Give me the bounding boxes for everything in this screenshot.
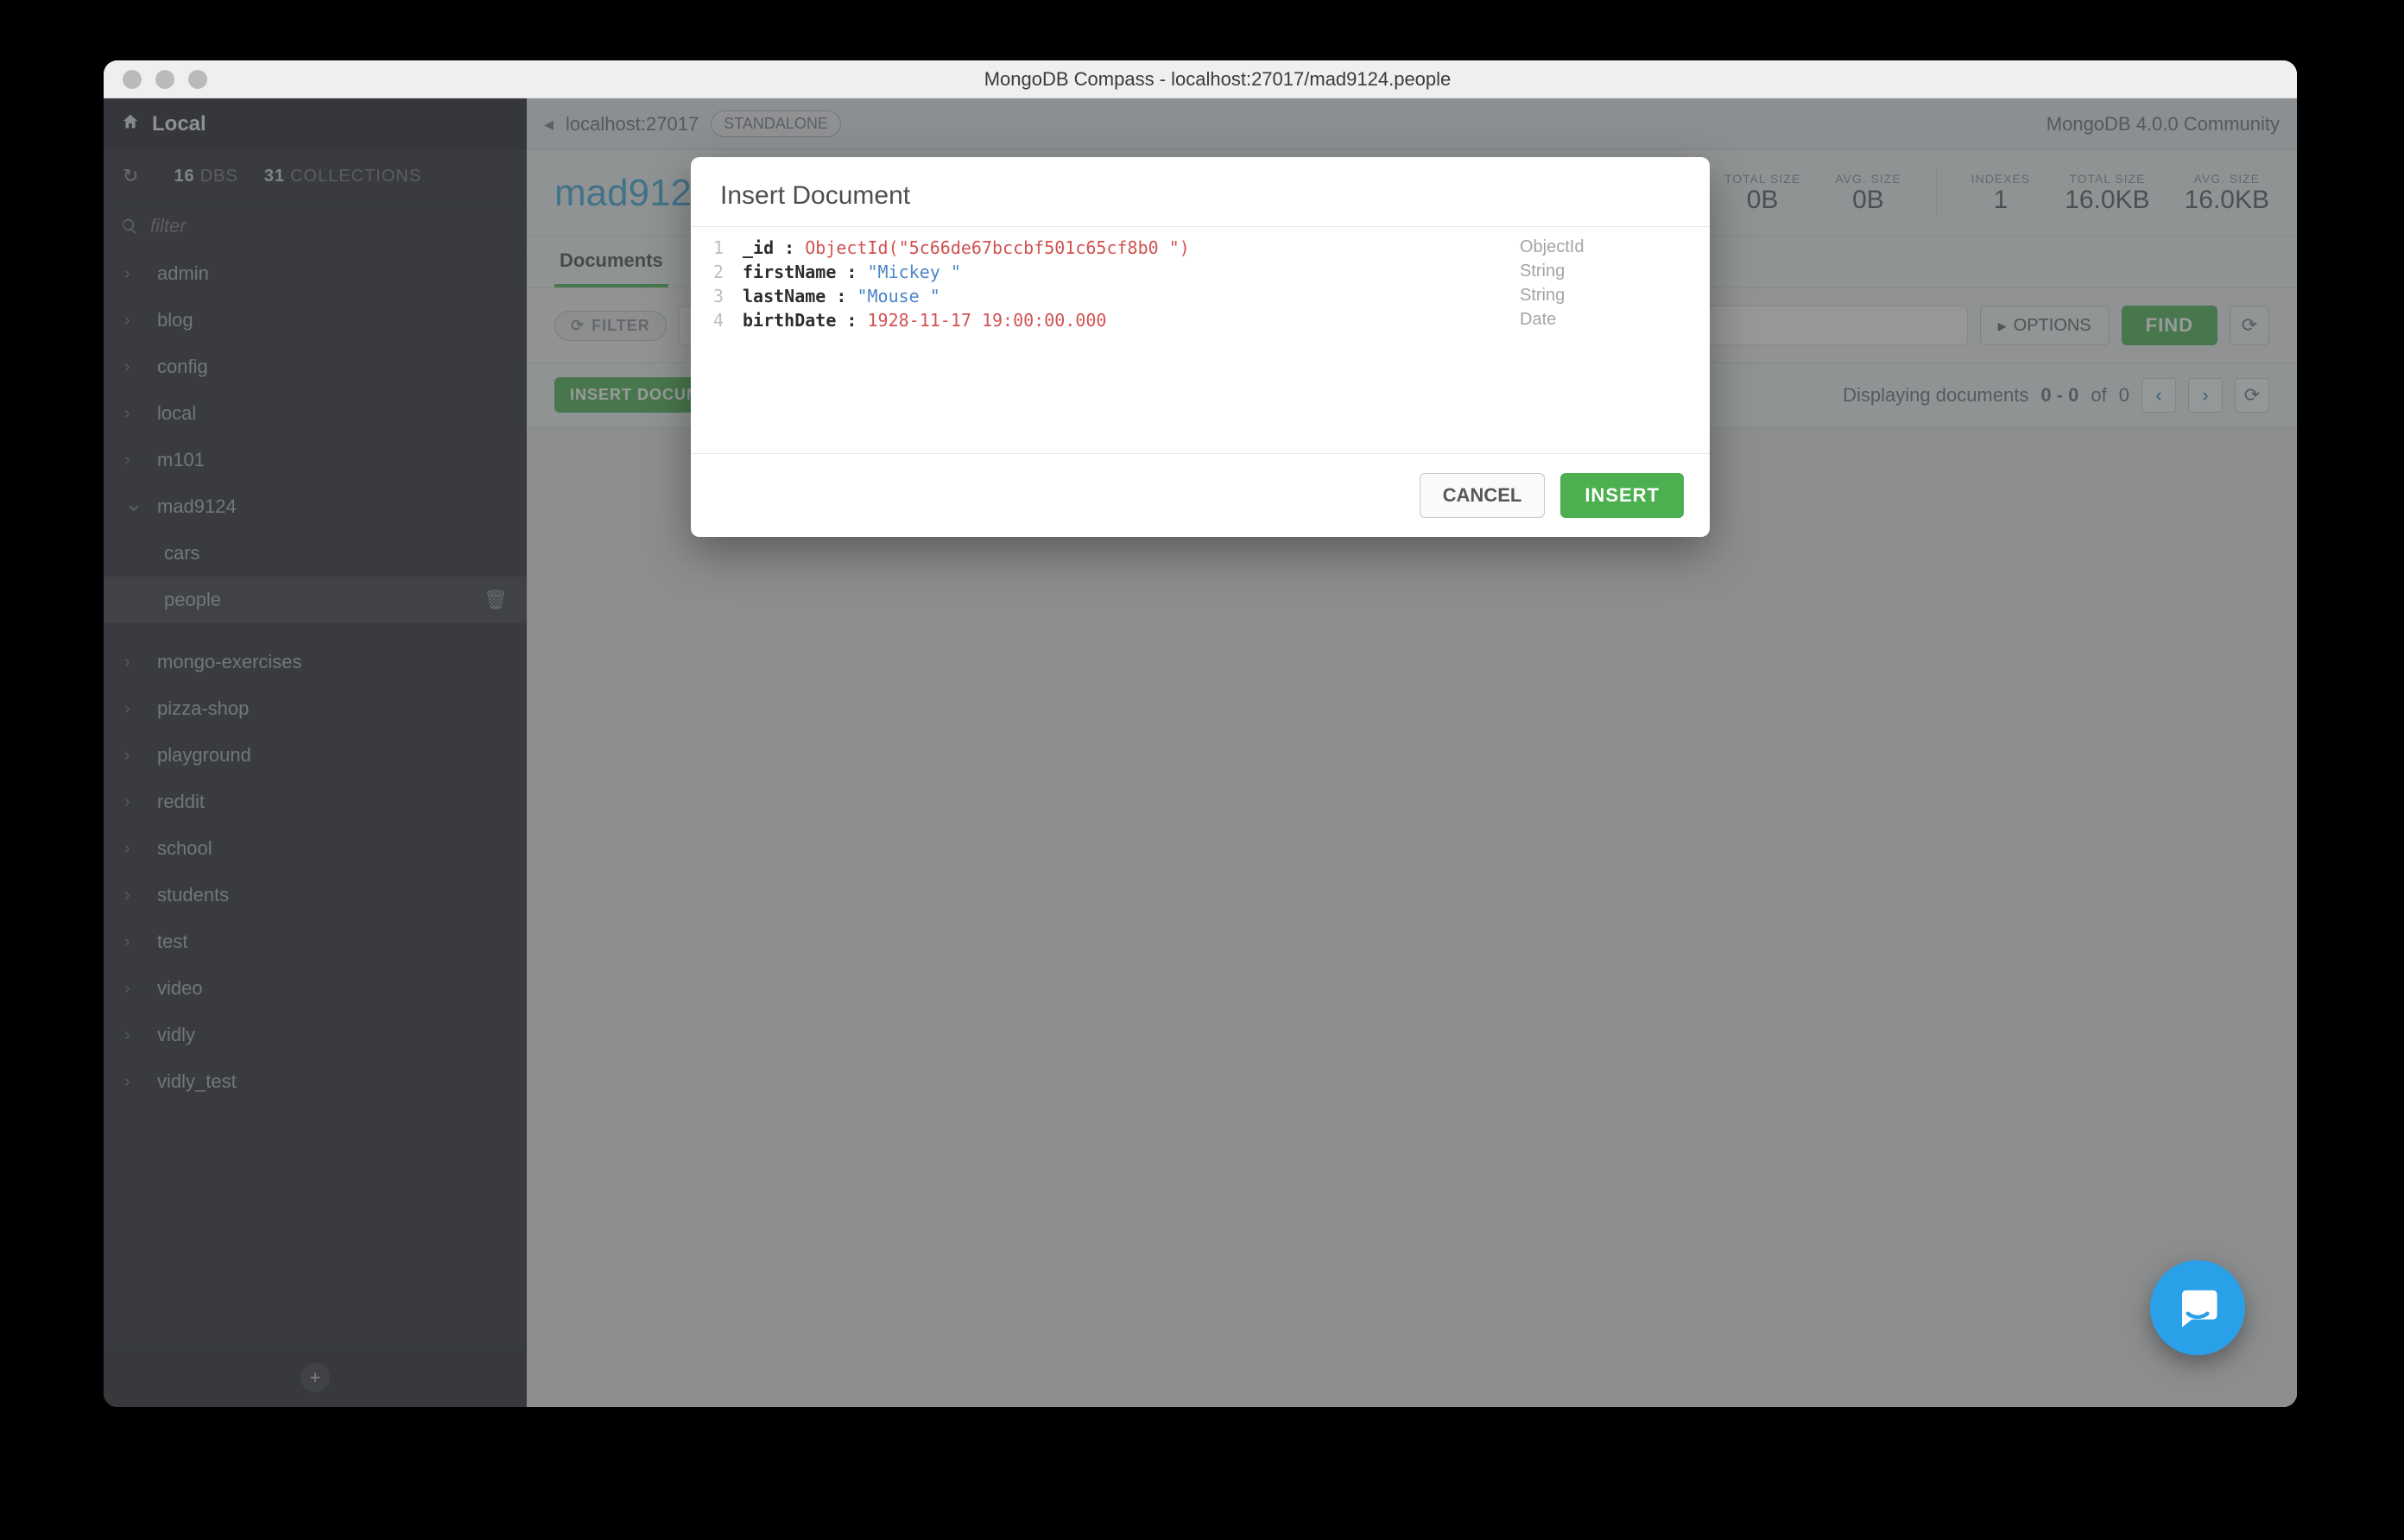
modal-field-lastName[interactable]: 3lastName : "Mouse "String bbox=[691, 284, 1710, 308]
traffic-close[interactable] bbox=[123, 70, 142, 89]
modal-body[interactable]: 1_id : ObjectId("5c66de67bccbf501c65cf8b… bbox=[691, 226, 1710, 454]
field-type[interactable]: String bbox=[1520, 262, 1684, 281]
modal-field-birthDate[interactable]: 4birthDate : 1928-11-17 19:00:00.000Date bbox=[691, 308, 1710, 332]
field-value[interactable]: "Mouse " bbox=[857, 286, 939, 306]
cancel-button[interactable]: CANCEL bbox=[1420, 473, 1546, 518]
field-value[interactable]: "Mickey " bbox=[868, 262, 961, 282]
modal-field-firstName[interactable]: 2firstName : "Mickey "String bbox=[691, 260, 1710, 284]
field-key[interactable]: _id bbox=[743, 237, 784, 258]
field-key[interactable]: birthDate bbox=[743, 310, 846, 331]
traffic-minimize[interactable] bbox=[155, 70, 174, 89]
intercom-button[interactable] bbox=[2150, 1260, 2245, 1355]
line-number: 4 bbox=[691, 310, 743, 331]
field-type[interactable]: Date bbox=[1520, 310, 1684, 330]
field-key[interactable]: lastName bbox=[743, 286, 836, 306]
modal-field-_id[interactable]: 1_id : ObjectId("5c66de67bccbf501c65cf8b… bbox=[691, 236, 1710, 260]
field-key[interactable]: firstName bbox=[743, 262, 846, 282]
modal-overlay: Insert Document 1_id : ObjectId("5c66de6… bbox=[104, 98, 2297, 1407]
insert-document-modal: Insert Document 1_id : ObjectId("5c66de6… bbox=[691, 157, 1710, 537]
line-number: 2 bbox=[691, 262, 743, 282]
line-number: 3 bbox=[691, 286, 743, 306]
window-titlebar: MongoDB Compass - localhost:27017/mad912… bbox=[104, 60, 2297, 98]
modal-title: Insert Document bbox=[691, 157, 1710, 226]
window-title: MongoDB Compass - localhost:27017/mad912… bbox=[173, 68, 2262, 91]
field-value[interactable]: 1928-11-17 19:00:00.000 bbox=[868, 310, 1107, 331]
field-type[interactable]: String bbox=[1520, 286, 1684, 306]
chat-icon bbox=[2174, 1284, 2221, 1331]
field-value[interactable]: ObjectId("5c66de67bccbf501c65cf8b0 ") bbox=[805, 237, 1190, 258]
line-number: 1 bbox=[691, 237, 743, 258]
insert-button[interactable]: INSERT bbox=[1560, 473, 1684, 518]
field-type[interactable]: ObjectId bbox=[1520, 237, 1684, 257]
